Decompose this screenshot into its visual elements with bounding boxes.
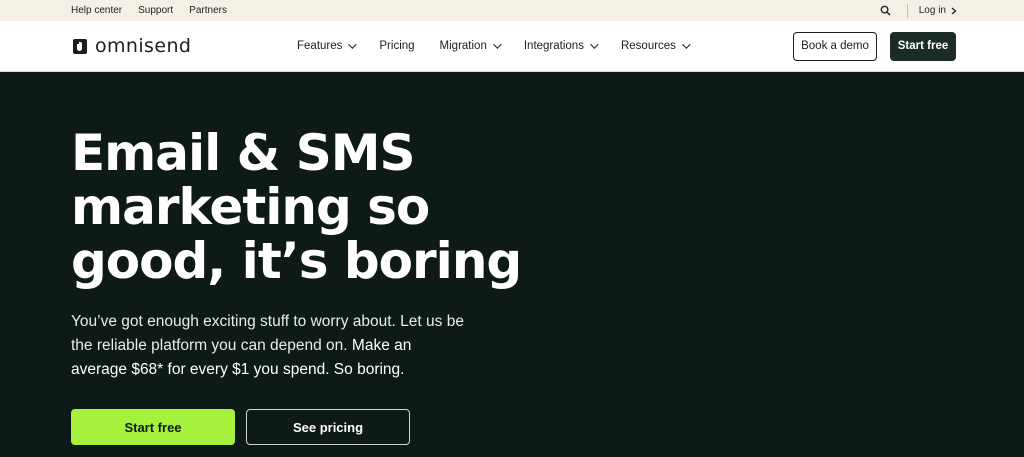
chevron-down-icon (682, 40, 691, 49)
chevron-down-icon (348, 40, 358, 49)
login-link[interactable]: Log in (919, 5, 958, 16)
nav-item-migration[interactable]: Migration (439, 40, 502, 52)
logo[interactable]: omnisend (73, 35, 297, 57)
nav-item-label: Integrations (523, 40, 584, 52)
utility-links: Help center Support Partners (71, 5, 227, 16)
hero-ctas: Start free See pricing (71, 409, 1024, 445)
divider (906, 3, 908, 18)
nav-item-resources[interactable]: Resources (620, 40, 691, 52)
nav-item-label: Features (297, 40, 343, 52)
help-center-link[interactable]: Help center (71, 5, 122, 16)
utility-right: Log in (875, 2, 958, 20)
nav-item-label: Migration (439, 40, 487, 52)
login-label: Log in (918, 5, 946, 16)
nav-start-free-button[interactable]: Start free (890, 31, 956, 61)
nav-item-label: Pricing (379, 40, 415, 52)
see-pricing-button[interactable]: See pricing (246, 409, 410, 445)
nav-item-integrations[interactable]: Integrations (523, 40, 599, 52)
support-link[interactable]: Support (138, 5, 173, 16)
hero-headline: Email & SMS marketing so good, it’s bori… (71, 126, 531, 288)
book-demo-button[interactable]: Book a demo (793, 31, 877, 61)
headline-line: Email & SMS (71, 124, 415, 182)
nav-item-label: Resources (620, 40, 676, 52)
omnisend-logo-icon (73, 38, 87, 54)
chevron-down-icon (493, 40, 502, 49)
nav-item-pricing[interactable]: Pricing (379, 40, 414, 52)
hero-subtext: You’ve got enough exciting stuff to worr… (71, 310, 471, 382)
utility-bar: Help center Support Partners Log in (0, 0, 1024, 21)
start-free-button[interactable]: Start free (71, 409, 235, 445)
hero-section: Email & SMS marketing so good, it’s bori… (0, 72, 1024, 445)
partners-link[interactable]: Partners (189, 5, 227, 16)
chevron-right-icon (951, 6, 957, 15)
nav-menu: Features Pricing Migration Integrations … (297, 40, 793, 52)
logo-text: omnisend (95, 35, 192, 57)
main-nav: omnisend Features Pricing Migration Inte… (0, 21, 1024, 72)
nav-actions: Book a demo Start free (793, 31, 956, 61)
headline-line: marketing so (71, 178, 430, 236)
nav-item-features[interactable]: Features (297, 40, 358, 52)
headline-line: good, it’s boring (71, 232, 522, 290)
chevron-down-icon (590, 40, 599, 49)
search-icon[interactable] (875, 2, 897, 20)
